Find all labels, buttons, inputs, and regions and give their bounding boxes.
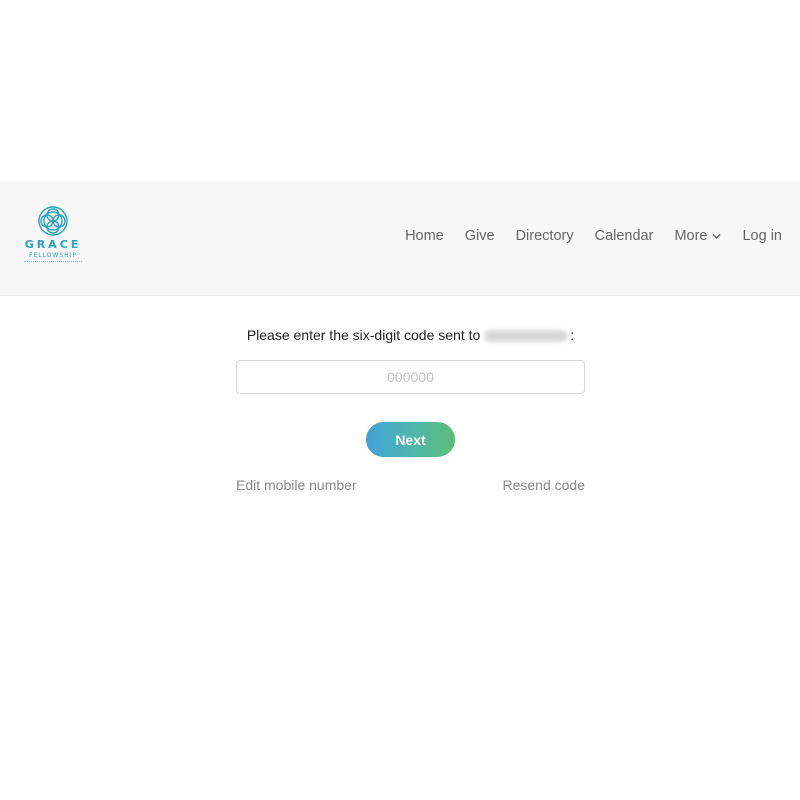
nav-calendar[interactable]: Calendar — [595, 228, 654, 244]
code-input[interactable] — [236, 360, 585, 394]
form-links: Edit mobile number Resend code — [236, 477, 585, 493]
nav-home[interactable]: Home — [405, 228, 444, 244]
nav-more-label: More — [674, 228, 708, 244]
logo-tagline — [24, 261, 82, 264]
logo-wordmark: GRACE — [24, 238, 82, 251]
verification-form: Please enter the six-digit code sent to:… — [236, 325, 585, 493]
logo[interactable]: GRACE FELLOWSHIP — [20, 205, 86, 267]
chevron-down-icon — [713, 233, 721, 239]
grace-fellowship-emblem-icon — [38, 206, 68, 236]
main-nav: Home Give Directory Calendar More Log in — [384, 228, 782, 244]
code-prompt-suffix: : — [570, 327, 575, 343]
nav-login[interactable]: Log in — [742, 228, 782, 244]
nav-give[interactable]: Give — [465, 228, 495, 244]
edit-mobile-number-link[interactable]: Edit mobile number — [236, 477, 357, 493]
code-prompt: Please enter the six-digit code sent to: — [236, 325, 585, 345]
page: GRACE FELLOWSHIP Home Give Directory Cal… — [0, 0, 800, 800]
code-prompt-text: Please enter the six-digit code sent to — [246, 327, 481, 343]
next-button[interactable]: Next — [366, 422, 455, 457]
site-header: GRACE FELLOWSHIP Home Give Directory Cal… — [0, 181, 800, 296]
nav-directory[interactable]: Directory — [516, 228, 574, 244]
nav-more[interactable]: More — [674, 228, 721, 244]
masked-phone-number — [484, 330, 569, 343]
resend-code-link[interactable]: Resend code — [502, 477, 585, 493]
logo-subtitle: FELLOWSHIP — [28, 252, 78, 259]
